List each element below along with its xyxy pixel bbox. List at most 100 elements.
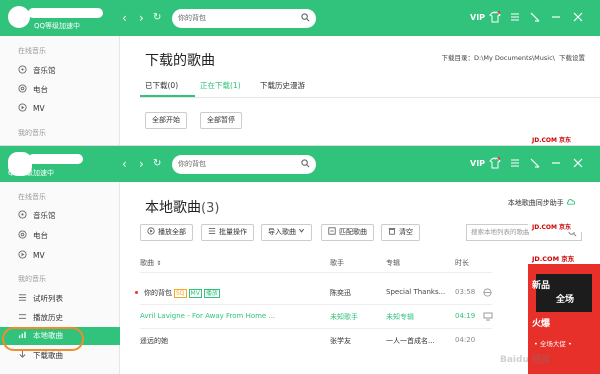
search-box[interactable]: 你的背包 [172, 9, 316, 28]
minimize-icon[interactable] [550, 11, 562, 23]
clear-label: 清空 [399, 228, 413, 236]
sidebar-item-label: 音乐馆 [33, 211, 56, 220]
menu-icon[interactable] [509, 11, 521, 23]
column-header-song[interactable]: 歌曲 ⇕ [140, 258, 161, 268]
sidebar-item-radio[interactable]: 电台 [18, 83, 48, 97]
mv-icon [18, 103, 27, 112]
monitor-icon[interactable] [483, 312, 493, 321]
sidebar-item-mv[interactable]: MV [18, 102, 45, 116]
redacted-username [28, 154, 83, 164]
shirt-icon[interactable] [489, 11, 501, 23]
sidebar-item-music-hall[interactable]: 音乐馆 [18, 64, 56, 78]
search-icon[interactable] [301, 13, 310, 22]
ad-strip[interactable]: JD.COM 京东 [528, 223, 600, 232]
tab-divider [140, 97, 600, 98]
chevron-down-icon [299, 228, 305, 233]
search-box[interactable]: 你的背包 [172, 155, 316, 174]
download-directory: 下载目录：D:\My Documents\Music\ 下载设置 [442, 52, 585, 62]
start-all-button[interactable]: 全部开始 [145, 112, 187, 129]
match-label: 匹配歌曲 [339, 228, 367, 236]
forward-icon[interactable]: › [139, 11, 144, 25]
ad-line-1: 新品 [532, 281, 551, 291]
clear-button[interactable]: 清空 [381, 224, 420, 241]
sq-badge: SQ [174, 289, 187, 298]
mv-badge[interactable]: MV [188, 289, 202, 298]
list-icon [18, 294, 27, 301]
close-icon[interactable] [572, 157, 584, 169]
watermark: Baidu 经验 [500, 355, 551, 365]
play-all-button[interactable]: 播放全部 [140, 224, 193, 241]
pause-all-button[interactable]: 全部暂停 [200, 112, 242, 129]
sidebar-item-label: 下载歌曲 [33, 351, 63, 360]
search-icon[interactable] [301, 159, 310, 168]
mini-mode-icon[interactable] [529, 11, 541, 23]
table-row[interactable]: 遥远的她 张学友 一人一首成名... 04:20 [140, 331, 492, 351]
globe-icon[interactable] [483, 288, 492, 297]
singer-cell[interactable]: 未知歌手 [330, 312, 358, 322]
table-row[interactable]: Avril Lavigne - For Away From Home ... 未… [140, 307, 493, 327]
vip-label[interactable]: VIP [470, 11, 485, 25]
batch-label: 批量操作 [219, 228, 247, 236]
ad-header: JD.COM 京东 [528, 254, 600, 264]
sidebar-header-my: 我的音乐 [18, 129, 46, 137]
music-hall-icon [18, 65, 27, 74]
tab-downloaded[interactable]: 已下载(0) [145, 80, 178, 91]
album-cell[interactable]: 未知专辑 [386, 312, 414, 322]
user-level-text: QQ等级加速中 [34, 22, 81, 30]
music-hall-icon [18, 210, 27, 219]
refresh-icon[interactable]: ↻ [153, 157, 161, 171]
song-title-cell: Avril Lavigne - For Away From Home ... [140, 312, 276, 320]
batch-operate-button[interactable]: 批量操作 [201, 224, 254, 241]
mini-mode-icon[interactable] [529, 157, 541, 169]
download-settings-link[interactable]: 下载设置 [559, 54, 585, 62]
ad-header: JD.COM 京东 [528, 136, 600, 145]
sidebar-item-mv[interactable]: MV [18, 249, 45, 263]
duration-cell: 03:58 [455, 288, 476, 296]
radio-icon [18, 230, 27, 239]
sidebar-header-online: 在线音乐 [18, 47, 46, 55]
annotation-highlight-ring [2, 327, 84, 351]
sidebar-item-downloads[interactable]: 下载歌曲 [18, 349, 63, 363]
history-icon [18, 314, 27, 319]
minimize-icon[interactable] [550, 157, 562, 169]
play-all-label: 播放全部 [158, 228, 186, 236]
sidebar-item-trial-list[interactable]: 试听列表 [18, 292, 63, 306]
sync-helper-label: 本地歌曲同步助手 [507, 199, 564, 207]
search-input[interactable]: 你的背包 [178, 159, 206, 169]
sidebar-item-label: 电台 [33, 231, 48, 240]
ad-line-2: 全场 [556, 295, 575, 305]
sidebar-item-radio[interactable]: 电台 [18, 229, 48, 243]
trash-icon [388, 228, 396, 235]
menu-icon[interactable] [509, 157, 521, 169]
back-icon[interactable]: ‹ [122, 157, 127, 171]
shirt-icon[interactable] [489, 157, 501, 169]
ad-banner-top[interactable]: JD.COM 京东 [528, 136, 600, 145]
download-window: QQ等级加速中 ‹ › ↻ 你的背包 VIP 在线音乐 音乐馆 电台 MV 我的… [0, 0, 600, 145]
search-input[interactable]: 你的背包 [178, 13, 206, 23]
refresh-icon[interactable]: ↻ [153, 11, 161, 25]
tab-download-history[interactable]: 下载历史漫游 [260, 80, 305, 91]
import-songs-button[interactable]: 导入歌曲 [261, 224, 313, 241]
duration-cell: 04:19 [455, 312, 476, 320]
vip-label[interactable]: VIP [470, 157, 485, 171]
sidebar-item-history[interactable]: 播放历史 [18, 311, 63, 325]
column-header-duration: 时长 [455, 259, 469, 267]
avatar[interactable] [8, 6, 30, 28]
sync-helper-link[interactable]: 本地歌曲同步助手 [508, 197, 575, 208]
forward-icon[interactable]: › [139, 157, 144, 171]
play-icon [147, 227, 155, 235]
singer-cell[interactable]: 张学友 [330, 336, 351, 346]
sidebar-item-label: 试听列表 [33, 294, 63, 303]
match-songs-button[interactable]: 匹配歌曲 [321, 224, 374, 241]
album-cell[interactable]: 一人一首成名... [386, 336, 435, 346]
redacted-username [28, 8, 103, 18]
singer-cell[interactable]: 陈奕迅 [330, 288, 351, 298]
tab-downloading[interactable]: 正在下载(1) [200, 80, 241, 91]
back-icon[interactable]: ‹ [122, 11, 127, 25]
download-icon [19, 350, 26, 358]
sidebar-item-music-hall[interactable]: 音乐馆 [18, 209, 56, 223]
column-header-singer: 歌手 [330, 259, 344, 267]
table-row[interactable]: 你的背包 SQ MV 播放 陈奕迅 Special Thanks... 03:58 [135, 283, 492, 303]
album-cell[interactable]: Special Thanks... [386, 288, 445, 296]
close-icon[interactable] [572, 11, 584, 23]
